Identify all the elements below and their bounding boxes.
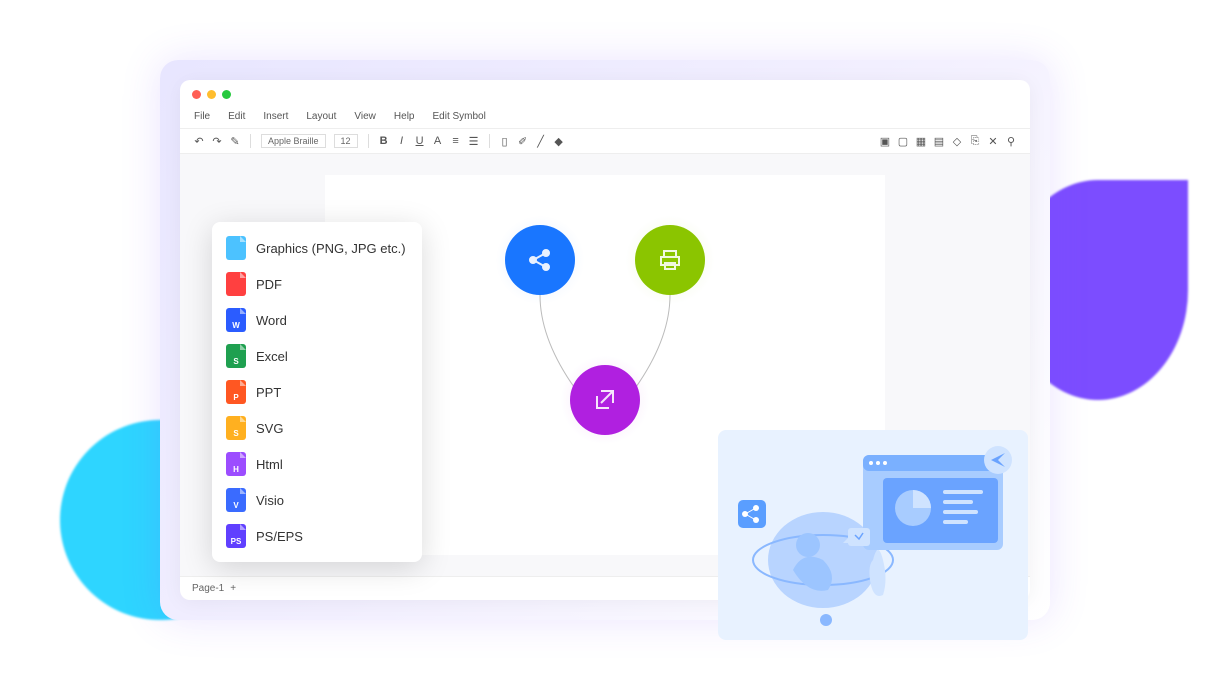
export-excel[interactable]: S Excel (212, 338, 422, 374)
export-svg[interactable]: S SVG (212, 410, 422, 446)
export-ppt[interactable]: P PPT (212, 374, 422, 410)
fill-icon[interactable]: ◆ (552, 134, 566, 148)
export-visio[interactable]: V Visio (212, 482, 422, 518)
search-icon[interactable]: ⚲ (1004, 134, 1018, 148)
list-icon[interactable]: ☰ (467, 134, 481, 148)
illustration-share (718, 430, 1028, 640)
export-label: Word (256, 313, 287, 328)
file-icon (226, 272, 246, 296)
file-icon: PS (226, 524, 246, 548)
font-size[interactable]: 12 (334, 134, 358, 148)
export-pdf[interactable]: PDF (212, 266, 422, 302)
close-dot[interactable] (192, 90, 201, 99)
format-painter-icon[interactable]: ✎ (228, 134, 242, 148)
menu-edit[interactable]: Edit (228, 111, 245, 122)
add-page-icon[interactable]: + (230, 583, 236, 594)
file-icon: V (226, 488, 246, 512)
export-word[interactable]: W Word (212, 302, 422, 338)
file-icon: S (226, 344, 246, 368)
line-icon[interactable]: ╱ (534, 134, 548, 148)
bold-icon[interactable]: B (377, 134, 391, 148)
menu-view[interactable]: View (354, 111, 376, 122)
font-name[interactable]: Apple Braille (261, 134, 326, 148)
export-graphics[interactable]: Graphics (PNG, JPG etc.) (212, 230, 422, 266)
menu-bar: File Edit Insert Layout View Help Edit Symbol (180, 109, 1030, 128)
menu-layout[interactable]: Layout (306, 111, 336, 122)
export-ps/eps[interactable]: PS PS/EPS (212, 518, 422, 554)
share-node[interactable] (505, 225, 575, 295)
highlight-icon[interactable]: ▯ (498, 134, 512, 148)
text-color-icon[interactable]: A (431, 134, 445, 148)
redo-icon[interactable]: ↷ (210, 134, 224, 148)
underline-icon[interactable]: U (413, 134, 427, 148)
image-icon[interactable]: ▢ (896, 134, 910, 148)
divider (368, 134, 369, 148)
export-label: SVG (256, 421, 283, 436)
shape-icon[interactable]: ◇ (950, 134, 964, 148)
file-icon: H (226, 452, 246, 476)
export-label: PPT (256, 385, 281, 400)
export-label: Html (256, 457, 283, 472)
export-menu: Graphics (PNG, JPG etc.)PDFWWordSExcelPP… (212, 222, 422, 562)
menu-help[interactable]: Help (394, 111, 415, 122)
link-icon[interactable]: ⎘ (968, 134, 982, 148)
file-icon (226, 236, 246, 260)
export-html[interactable]: H Html (212, 446, 422, 482)
chart-icon[interactable]: ▤ (932, 134, 946, 148)
align-icon[interactable]: ≡ (449, 134, 463, 148)
export-label: Excel (256, 349, 288, 364)
export-label: PDF (256, 277, 282, 292)
file-icon: W (226, 308, 246, 332)
minimize-dot[interactable] (207, 90, 216, 99)
menu-insert[interactable]: Insert (263, 111, 288, 122)
layer-icon[interactable]: ▣ (878, 134, 892, 148)
divider (489, 134, 490, 148)
export-label: Visio (256, 493, 284, 508)
window-controls (180, 80, 1030, 109)
menu-file[interactable]: File (194, 111, 210, 122)
menu-edit-symbol[interactable]: Edit Symbol (432, 111, 485, 122)
settings-icon[interactable]: ✕ (986, 134, 1000, 148)
table-icon[interactable]: ▦ (914, 134, 928, 148)
maximize-dot[interactable] (222, 90, 231, 99)
page-tab[interactable]: Page-1 (192, 583, 224, 594)
toolbar: ↶ ↷ ✎ Apple Braille 12 B I U A ≡ ☰ ▯ ✐ ╱… (180, 128, 1030, 154)
export-node[interactable] (570, 365, 640, 435)
undo-icon[interactable]: ↶ (192, 134, 206, 148)
italic-icon[interactable]: I (395, 134, 409, 148)
print-node[interactable] (635, 225, 705, 295)
export-label: PS/EPS (256, 529, 303, 544)
file-icon: S (226, 416, 246, 440)
export-label: Graphics (PNG, JPG etc.) (256, 241, 406, 256)
pencil-icon[interactable]: ✐ (516, 134, 530, 148)
divider (250, 134, 251, 148)
file-icon: P (226, 380, 246, 404)
